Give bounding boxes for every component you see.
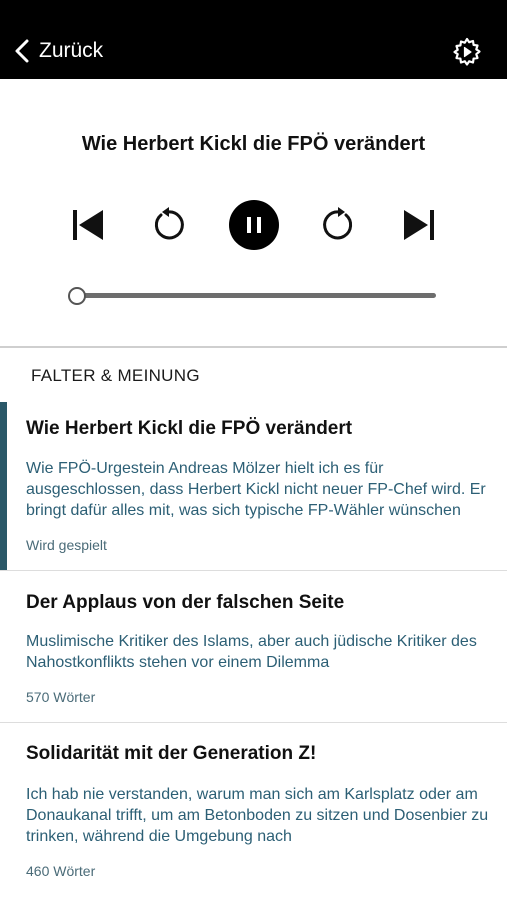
pause-button[interactable]	[229, 200, 279, 250]
rewind-icon	[154, 207, 184, 240]
article-item[interactable]: Wie Herbert Kickl die FPÖ verändert Wie …	[0, 402, 507, 570]
player-title: Wie Herbert Kickl die FPÖ verändert	[81, 133, 426, 155]
article-teaser: Ich hab nie verstanden, warum man sich a…	[26, 786, 489, 845]
progress-track[interactable]	[77, 293, 436, 298]
player-divider	[0, 346, 507, 348]
section-title: FALTER & MEINUNG	[31, 366, 200, 385]
article-title: Wie Herbert Kickl die FPÖ verändert	[26, 418, 353, 439]
rewind-button[interactable]	[144, 201, 192, 249]
back-button[interactable]: Zurück	[14, 38, 103, 64]
article-item[interactable]: Der Applaus von der falschen Seite Musli…	[0, 571, 507, 722]
article-item[interactable]: Solidarität mit der Generation Z! Ich ha…	[0, 723, 507, 893]
chevron-left-icon	[15, 39, 29, 63]
skip-previous-icon	[73, 210, 103, 240]
article-status: Wird gespielt	[26, 537, 107, 553]
top-bar: Zurück	[0, 0, 507, 79]
settings-gear-icon[interactable]	[452, 37, 482, 67]
forward-button[interactable]	[315, 201, 363, 249]
skip-previous-button[interactable]	[64, 201, 112, 249]
article-teaser: Wie FPÖ-Urgestein Andreas Mölzer hielt i…	[26, 460, 486, 519]
skip-next-icon	[404, 210, 434, 240]
forward-icon	[323, 207, 353, 240]
back-label: Zurück	[39, 39, 104, 62]
article-word-count: 460 Wörter	[26, 863, 96, 879]
article-title: Solidarität mit der Generation Z!	[26, 743, 317, 764]
article-teaser: Muslimische Kritiker des Islams, aber au…	[26, 633, 477, 671]
progress-thumb[interactable]	[68, 287, 86, 305]
article-title: Der Applaus von der falschen Seite	[26, 592, 345, 613]
article-word-count: 570 Wörter	[26, 689, 96, 705]
skip-next-button[interactable]	[395, 201, 443, 249]
pause-icon	[247, 217, 261, 233]
